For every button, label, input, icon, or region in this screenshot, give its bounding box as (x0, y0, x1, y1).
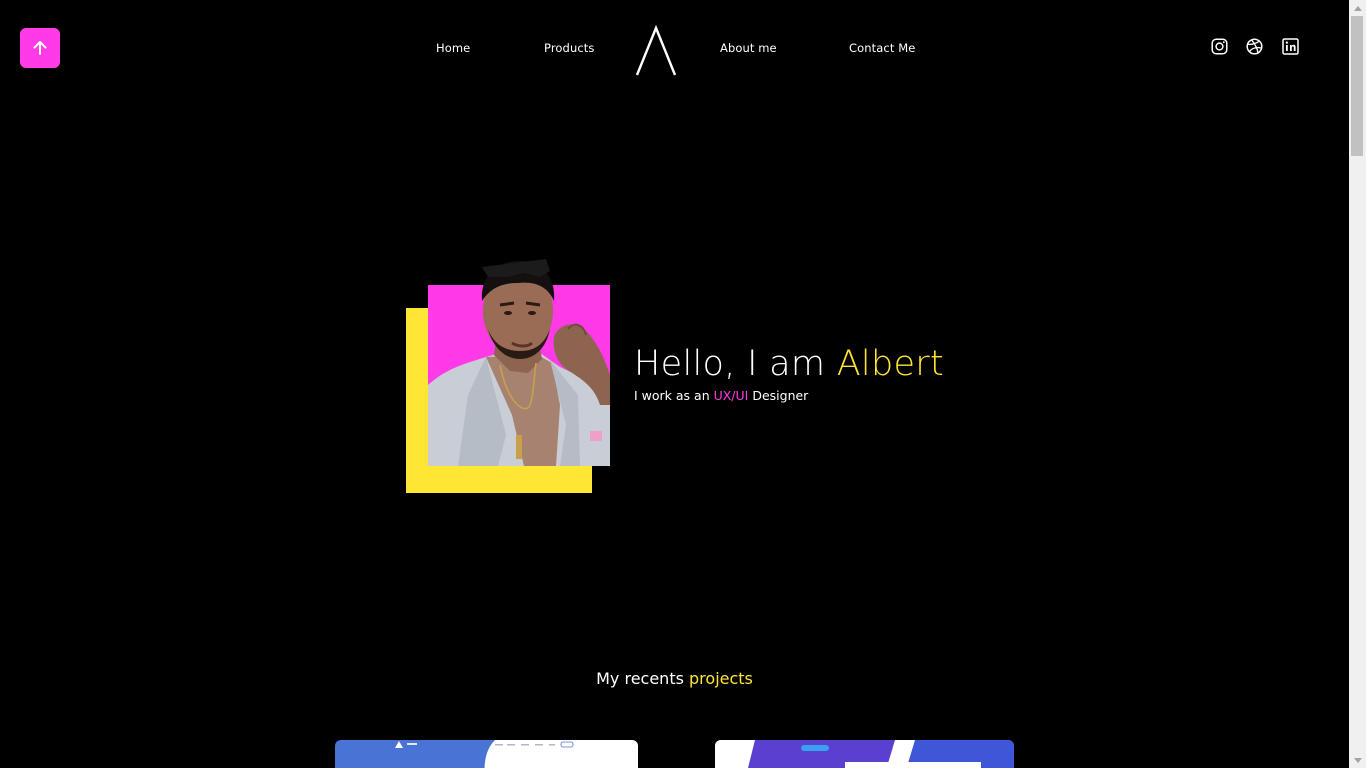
project-thumbnail (715, 740, 1014, 768)
linkedin-link[interactable] (1280, 36, 1300, 56)
project-card[interactable] (715, 740, 1014, 768)
instagram-link[interactable] (1209, 36, 1229, 56)
projects-section-title: My recents projects (0, 669, 1349, 688)
site-logo[interactable] (634, 24, 680, 78)
logo-mark-icon (635, 24, 677, 76)
page: Home Products About me Contact Me Hello,… (0, 0, 1366, 768)
instagram-icon (1210, 37, 1228, 55)
hero-name: Albert (836, 344, 945, 384)
dribbble-icon (1245, 37, 1263, 55)
nav-contact-me[interactable]: Contact Me (849, 41, 915, 55)
hero-heading: Hello, I am Albert (634, 342, 944, 386)
linkedin-icon (1281, 37, 1299, 55)
nav-home[interactable]: Home (436, 41, 470, 55)
projects-title-prefix: My recents (596, 669, 690, 688)
profile-photo (428, 255, 610, 466)
nav-products[interactable]: Products (544, 41, 594, 55)
project-card[interactable] (335, 740, 638, 768)
hero-subtitle-suffix: Designer (748, 388, 809, 403)
hero-greeting: Hello, I am (634, 344, 837, 384)
scroll-down-arrow-icon[interactable] (1349, 752, 1366, 768)
projects-title-highlight: projects (689, 669, 753, 688)
scrollbar-thumb[interactable] (1351, 16, 1363, 156)
hero-subtitle-prefix: I work as an (634, 388, 714, 403)
hero-role: UX/UI (713, 388, 749, 403)
nav-about-me[interactable]: About me (720, 41, 777, 55)
vertical-scrollbar[interactable] (1349, 0, 1366, 768)
hero-subtitle: I work as an UX/UI Designer (634, 387, 808, 405)
project-thumbnail (335, 740, 638, 768)
scroll-to-top-button[interactable] (20, 28, 60, 68)
arrow-up-icon (33, 41, 47, 55)
dribbble-link[interactable] (1244, 36, 1264, 56)
scroll-up-arrow-icon[interactable] (1349, 0, 1366, 16)
